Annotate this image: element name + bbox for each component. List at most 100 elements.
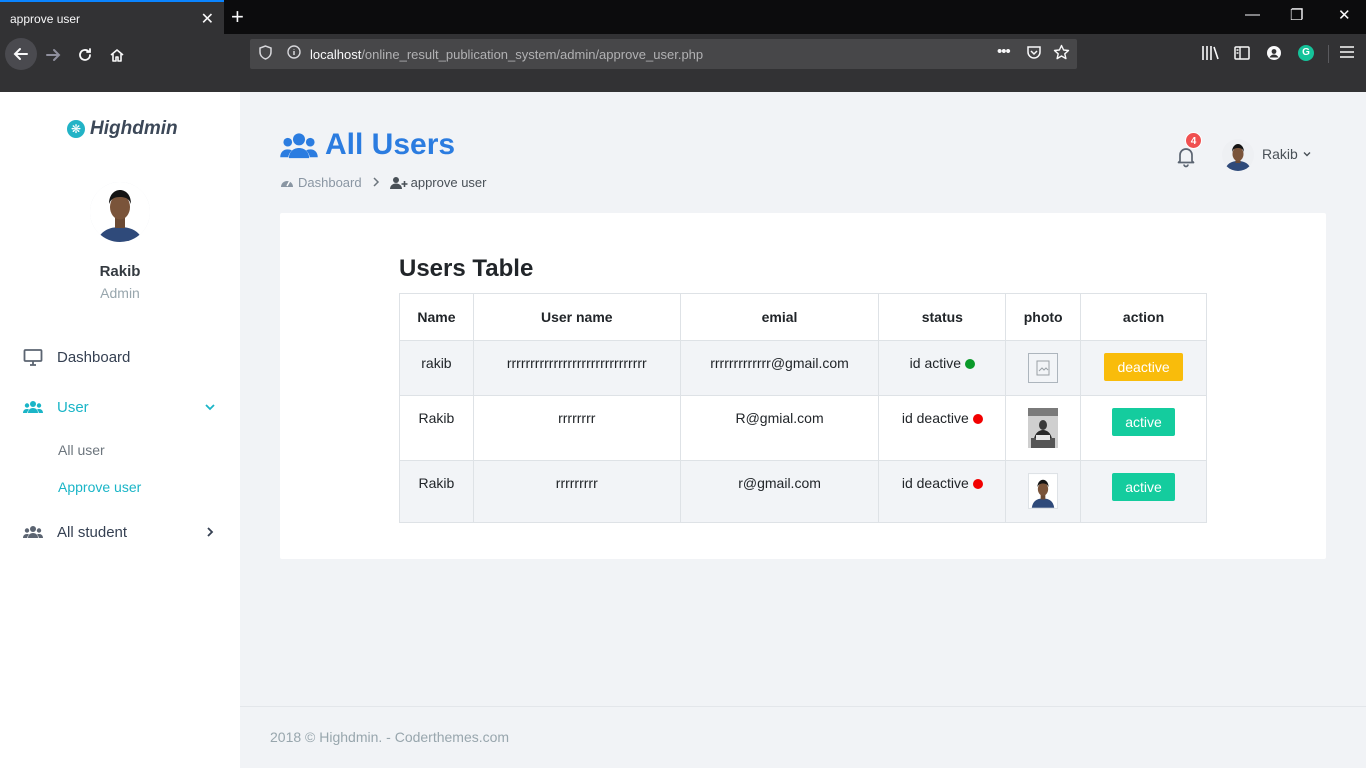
active-button[interactable]: active bbox=[1112, 408, 1175, 436]
table-header-row: Name User name emial status photo action bbox=[399, 293, 1207, 341]
grammarly-extension-icon[interactable]: G bbox=[1298, 45, 1314, 61]
table-title: Users Table bbox=[399, 255, 534, 282]
column-header-email: emial bbox=[679, 293, 880, 341]
brand-logo[interactable]: ❋ Highdmin bbox=[67, 118, 178, 140]
user-avatar[interactable] bbox=[1222, 139, 1254, 171]
cell-action: active bbox=[1080, 395, 1207, 461]
left-sidebar: ❋ Highdmin Rakib Admin Dashboard User Al… bbox=[0, 92, 240, 768]
page-footer: 2018 © Highdmin. - Coderthemes.com bbox=[240, 706, 1366, 768]
cell-email: r@gmail.com bbox=[679, 460, 880, 523]
broken-image-icon bbox=[1028, 353, 1059, 383]
sidebar-item-dashboard[interactable]: Dashboard bbox=[0, 341, 240, 373]
profile-avatar[interactable] bbox=[90, 174, 150, 246]
url-bar[interactable]: localhost/online_result_publication_syst… bbox=[250, 39, 1077, 69]
toolbar-divider bbox=[1328, 45, 1329, 63]
cell-photo bbox=[1005, 340, 1082, 396]
browser-toolbar: localhost/online_result_publication_syst… bbox=[0, 34, 1366, 92]
logo-text: Highdmin bbox=[90, 118, 178, 139]
back-button[interactable] bbox=[5, 38, 37, 70]
breadcrumb-dashboard-link[interactable]: Dashboard bbox=[298, 175, 362, 190]
account-icon[interactable] bbox=[1266, 45, 1282, 65]
status-indicator-icon bbox=[965, 359, 976, 369]
info-icon[interactable] bbox=[287, 45, 301, 62]
minimize-icon[interactable]: — bbox=[1245, 6, 1260, 23]
cell-name: Rakib bbox=[399, 460, 474, 523]
breadcrumb: Dashboard approve user bbox=[280, 175, 487, 190]
page-title: All Users bbox=[280, 128, 455, 162]
sidebar-subitem-approve-user[interactable]: Approve user bbox=[58, 479, 141, 495]
status-text: id deactive bbox=[901, 410, 969, 426]
user-photo-thumbnail bbox=[1028, 408, 1059, 448]
cell-photo bbox=[1005, 395, 1082, 461]
shield-icon[interactable] bbox=[259, 45, 272, 63]
library-icon[interactable] bbox=[1201, 45, 1219, 65]
table-row: Rakib rrrrrrrrr r@gmail.com id deactive … bbox=[399, 460, 1207, 523]
user-menu-name[interactable]: Rakib bbox=[1262, 146, 1298, 162]
sidebar-item-all-student[interactable]: All student bbox=[0, 516, 240, 548]
home-icon bbox=[110, 49, 124, 62]
cell-action: deactive bbox=[1080, 340, 1207, 396]
users-icon bbox=[23, 526, 43, 538]
url-host: localhost bbox=[310, 47, 362, 62]
restore-icon[interactable]: ❐ bbox=[1290, 6, 1303, 24]
tab-title: approve user bbox=[10, 12, 81, 26]
user-plus-icon bbox=[389, 176, 408, 189]
sidebar-item-label: All student bbox=[57, 523, 128, 541]
sidebar-item-label: Dashboard bbox=[57, 348, 131, 366]
column-header-photo: photo bbox=[1005, 293, 1082, 341]
pocket-icon[interactable] bbox=[1026, 45, 1042, 63]
status-indicator-icon bbox=[972, 414, 983, 424]
users-card: Users Table Name User name emial status … bbox=[280, 213, 1326, 559]
logo-icon: ❋ bbox=[67, 120, 85, 138]
browser-tab[interactable]: approve user ✕ bbox=[0, 0, 224, 34]
forward-button[interactable] bbox=[38, 40, 68, 70]
cell-username: rrrrrrrr bbox=[472, 395, 681, 461]
status-indicator-icon bbox=[972, 479, 983, 489]
sidebar-toggle-icon[interactable] bbox=[1234, 45, 1250, 65]
window-close-icon[interactable]: ✕ bbox=[1338, 6, 1351, 24]
deactive-button[interactable]: deactive bbox=[1104, 353, 1183, 381]
tab-close-icon[interactable]: ✕ bbox=[201, 9, 214, 29]
sidebar-item-user[interactable]: User bbox=[0, 391, 240, 423]
footer-text: 2018 © Highdmin. - Coderthemes.com bbox=[270, 729, 510, 745]
hamburger-menu-icon[interactable] bbox=[1340, 45, 1354, 63]
page-actions-icon[interactable]: ••• bbox=[997, 43, 1011, 60]
cell-email: R@gmial.com bbox=[679, 395, 880, 461]
chevron-down-icon[interactable] bbox=[1302, 149, 1312, 159]
url-path: /online_result_publication_system/admin/… bbox=[361, 47, 704, 62]
status-text: id deactive bbox=[901, 475, 969, 491]
chevron-down-icon bbox=[205, 404, 215, 411]
notification-count-badge: 4 bbox=[1185, 132, 1202, 149]
cell-name: Rakib bbox=[399, 395, 474, 461]
reload-icon bbox=[79, 48, 91, 61]
cell-status: id deactive bbox=[878, 460, 1007, 523]
url-text[interactable]: localhost/online_result_publication_syst… bbox=[310, 47, 703, 62]
cell-status: id deactive bbox=[878, 395, 1007, 461]
page-title-text: All Users bbox=[325, 128, 456, 161]
cell-photo bbox=[1005, 460, 1082, 523]
new-tab-button[interactable]: + bbox=[231, 4, 244, 30]
bookmark-star-icon[interactable] bbox=[1053, 44, 1070, 64]
tachometer-icon bbox=[281, 180, 293, 187]
column-header-action: action bbox=[1080, 293, 1207, 341]
cell-email: rrrrrrrrrrrrr@gmail.com bbox=[679, 340, 880, 396]
arrow-right-icon bbox=[46, 49, 61, 61]
arrow-left-icon bbox=[13, 48, 28, 60]
active-button[interactable]: active bbox=[1112, 473, 1175, 501]
chevron-right-icon bbox=[207, 527, 214, 537]
user-photo-thumbnail bbox=[1028, 473, 1059, 509]
sidebar-subitem-all-user[interactable]: All user bbox=[58, 442, 105, 458]
users-icon bbox=[23, 401, 43, 413]
table-row: rakib rrrrrrrrrrrrrrrrrrrrrrrrrrrrrr rrr… bbox=[399, 340, 1207, 396]
cell-name: rakib bbox=[399, 340, 474, 396]
cell-username: rrrrrrrrrrrrrrrrrrrrrrrrrrrrrr bbox=[472, 340, 681, 396]
home-button[interactable] bbox=[102, 40, 132, 70]
reload-button[interactable] bbox=[70, 40, 100, 70]
profile-role: Admin bbox=[100, 285, 140, 301]
column-header-status: status bbox=[878, 293, 1007, 341]
status-text: id active bbox=[909, 355, 962, 371]
users-icon bbox=[280, 133, 318, 159]
profile-name: Rakib bbox=[99, 263, 141, 280]
monitor-icon bbox=[23, 349, 43, 366]
column-header-username: User name bbox=[472, 293, 681, 341]
